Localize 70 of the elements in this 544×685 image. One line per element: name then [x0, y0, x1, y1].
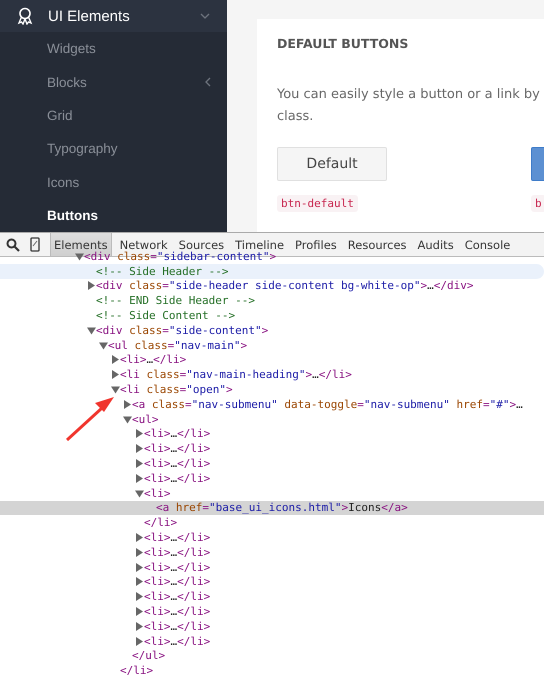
mobile-device-icon[interactable] — [30, 237, 40, 252]
collapsed-triangle-icon[interactable] — [135, 592, 144, 602]
expanded-triangle-icon[interactable] — [111, 385, 120, 394]
html-comment[interactable]: <!-- END Side Header --> — [96, 294, 255, 308]
html-node[interactable]: <li>…</li> — [144, 575, 210, 588]
collapsed-triangle-icon[interactable] — [135, 429, 144, 438]
expanded-triangle-icon[interactable] — [123, 414, 132, 424]
sidebar-item[interactable]: Buttons — [0, 198, 227, 232]
collapsed-triangle-icon[interactable] — [135, 607, 144, 616]
collapsed-triangle-icon[interactable] — [135, 444, 144, 454]
html-node[interactable]: <li>…</li> — [144, 605, 210, 618]
html-node[interactable]: <li class="nav-main-heading">…</li> — [120, 368, 352, 382]
devtools-tab[interactable]: Audits — [414, 233, 457, 256]
html-node[interactable]: <li>…</li> — [144, 442, 210, 456]
search-icon[interactable] — [6, 238, 20, 252]
collapsed-triangle-icon[interactable] — [135, 577, 144, 586]
sidebar-item[interactable]: Widgets — [0, 32, 227, 66]
expanded-triangle-icon[interactable] — [75, 252, 84, 261]
sidebar-section-header[interactable]: UI Elements — [0, 0, 227, 32]
card-title: DEFAULT BUTTONS — [277, 36, 410, 51]
html-node[interactable]: <li>…</li> — [144, 546, 210, 559]
sidebar-item[interactable]: Icons — [0, 165, 227, 199]
collapsed-triangle-icon[interactable] — [135, 562, 144, 572]
html-node[interactable]: <a class="nav-submenu" data-toggle="nav-submenu" href="#">… — [132, 398, 523, 411]
html-node[interactable]: <ul class="nav-main"> — [108, 338, 248, 352]
award-icon — [16, 7, 34, 26]
chevron-left-icon — [203, 77, 213, 88]
html-node[interactable]: <li>…</li> — [144, 472, 210, 485]
closing-tag: </li> — [144, 516, 178, 530]
collapsed-triangle-icon[interactable] — [135, 622, 144, 631]
collapsed-triangle-icon[interactable] — [135, 548, 144, 557]
html-node[interactable]: <ul> — [132, 412, 158, 426]
expanded-triangle-icon[interactable] — [87, 326, 96, 335]
sidebar-item[interactable]: Grid — [0, 98, 227, 132]
description-text: You can easily style a button or a link by class. — [277, 86, 541, 126]
expanded-triangle-icon[interactable] — [135, 488, 144, 498]
sidebar-item[interactable]: Blocks — [0, 66, 227, 99]
html-node[interactable]: <li>…</li> — [144, 427, 210, 440]
html-node[interactable]: <li>…</li> — [120, 353, 186, 366]
html-node[interactable]: <li>…</li> — [144, 590, 210, 604]
html-node[interactable]: <div class="side-header side-content bg-white-op">…</div> — [96, 279, 474, 292]
collapsed-triangle-icon[interactable] — [111, 370, 120, 380]
html-node[interactable]: <li>…</li> — [144, 457, 210, 470]
devtools-tab[interactable]: Console — [462, 233, 514, 256]
html-node[interactable]: <li>…</li> — [144, 531, 210, 544]
html-node[interactable]: <li class="open"> — [120, 383, 233, 396]
closing-tag: </ul> — [132, 649, 166, 662]
collapsed-triangle-icon[interactable] — [111, 355, 120, 364]
collapsed-triangle-icon[interactable] — [135, 636, 144, 646]
default-button[interactable]: Default — [277, 147, 387, 181]
collapsed-triangle-icon[interactable] — [135, 474, 144, 483]
collapsed-triangle-icon[interactable] — [87, 281, 96, 290]
pointer-arrow — [64, 395, 116, 443]
class-name-code: b — [531, 195, 544, 212]
html-comment[interactable]: <!-- Side Content --> — [96, 309, 236, 322]
html-node[interactable]: <li>…</li> — [144, 634, 210, 648]
html-node[interactable]: <li>…</li> — [144, 620, 210, 633]
collapsed-triangle-icon[interactable] — [135, 533, 144, 542]
closing-tag: </li> — [120, 664, 154, 678]
devtools-tab[interactable]: Profiles — [292, 233, 340, 256]
class-name-code: btn-default — [277, 195, 358, 212]
html-node[interactable]: <li>…</li> — [144, 560, 210, 574]
collapsed-triangle-icon[interactable] — [123, 400, 132, 409]
expanded-triangle-icon[interactable] — [99, 340, 108, 350]
html-node[interactable]: <div class="side-content"> — [96, 324, 268, 337]
collapsed-triangle-icon[interactable] — [135, 459, 144, 468]
sidebar-item[interactable]: Typography — [0, 132, 227, 166]
section-label: UI Elements — [48, 8, 131, 25]
html-node[interactable]: <li> — [144, 486, 170, 500]
devtools-tab[interactable]: Resources — [344, 233, 410, 256]
